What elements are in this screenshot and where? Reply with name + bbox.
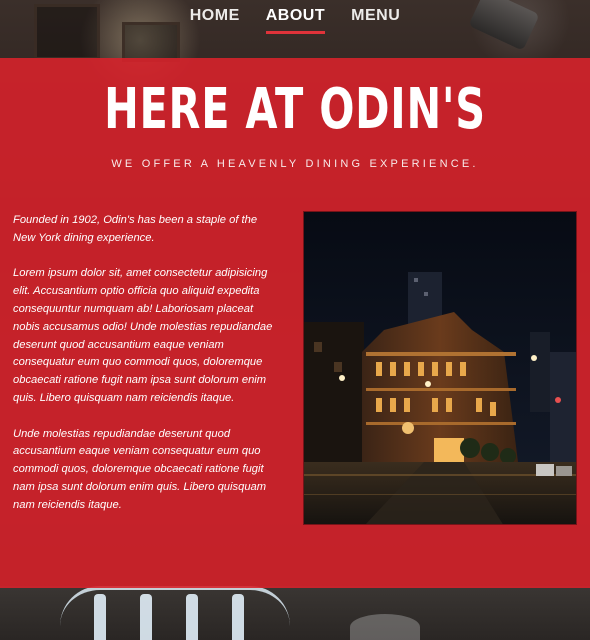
nav-about-link[interactable]: ABOUT [265,7,326,34]
about-paragraph: Unde molestias repudiandae deserunt quod… [13,427,267,511]
about-panel: HERE AT ODIN'S WE OFFER A HEAVENLY DININ… [0,58,590,588]
hero-tagline: WE OFFER A HEAVENLY DINING EXPERIENCE. [111,158,479,170]
chair-slat [94,594,106,640]
about-paragraph: Lorem ipsum dolor sit, amet consectetur … [13,267,273,404]
chair-slat [186,594,198,640]
city-night-photo [303,211,577,525]
nav-menu-link[interactable]: MENU [351,7,400,34]
nav-home-link[interactable]: HOME [190,7,240,34]
chair-slat [140,594,152,640]
chair-slat [232,594,244,640]
hero-title: HERE AT ODIN'S [104,77,486,142]
table-dish [350,614,420,640]
main-nav: HOME ABOUT MENU [0,7,590,34]
chair-back [60,586,290,640]
about-text: Founded in 1902, Odin's has been a stapl… [13,212,278,532]
about-paragraph-intro: Founded in 1902, Odin's has been a stapl… [13,214,258,244]
